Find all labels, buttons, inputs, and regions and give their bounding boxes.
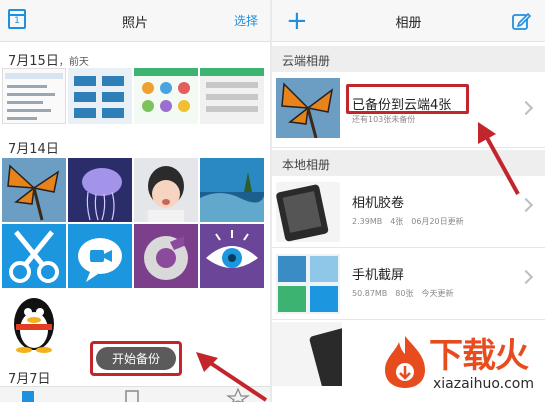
scissors-app-icon[interactable] — [2, 224, 66, 288]
album-cover — [272, 322, 342, 386]
album-name: 相机胶卷 — [352, 196, 405, 211]
annotation-arrow — [196, 352, 268, 402]
butterfly-photo[interactable] — [2, 158, 66, 222]
albums-panel: + 相册 云端相册 已备份到云端4张 还有103张未备份 本地相册 相机胶卷 2… — [272, 0, 545, 402]
video-chat-app-icon[interactable] — [68, 224, 132, 288]
watermark-logo: 下载火 xiazaihuo.com — [381, 328, 541, 400]
date-label: 7月15日 — [8, 54, 59, 69]
watermark-text: 下载火 — [429, 336, 529, 376]
watermark-url: xiazaihuo.com — [433, 376, 534, 392]
chevron-right-icon — [518, 269, 534, 285]
child-photo[interactable] — [134, 158, 198, 222]
local-album-row[interactable]: 手机截屏 50.87MB 80张 今天更新 — [272, 248, 545, 320]
album-name: 手机截屏 — [352, 268, 405, 283]
album-cover — [276, 78, 340, 138]
album-meta: 50.87MB 80张 今天更新 — [352, 289, 454, 298]
date-header-1: 7月15日，前天 — [8, 50, 89, 69]
edit-icon[interactable] — [511, 11, 531, 31]
photo-thumbnail[interactable] — [200, 68, 264, 124]
date-label: 7月7日 — [8, 372, 51, 387]
select-button[interactable]: 选择 — [234, 12, 258, 29]
date-header-3: 7月7日 — [8, 368, 51, 387]
start-backup-button[interactable]: 开始备份 — [96, 347, 176, 370]
album-cover — [276, 254, 340, 314]
photos-top-bar: 1 照片 选择 — [0, 0, 270, 42]
penguin-app-icon[interactable] — [2, 290, 66, 354]
photos-tab-icon[interactable] — [22, 391, 34, 402]
photo-thumbnail[interactable] — [68, 68, 132, 124]
albums-top-bar: + 相册 — [272, 0, 545, 42]
page-title: 照片 — [121, 16, 148, 31]
date-label: 7月14日 — [8, 142, 59, 157]
cloud-albums-header: 云端相册 — [272, 46, 545, 72]
chevron-right-icon — [518, 100, 534, 116]
eye-app-icon[interactable] — [200, 224, 264, 288]
photo-thumbnail[interactable] — [2, 68, 66, 124]
landscape-photo[interactable] — [200, 158, 264, 222]
cloud-album-highlight — [346, 84, 469, 114]
page-title: 相册 — [395, 16, 422, 31]
album-meta: 2.39MB 4张 06月20日更新 — [352, 217, 464, 226]
music-app-icon[interactable] — [134, 224, 198, 288]
jellyfish-photo[interactable] — [68, 158, 132, 222]
date-sub-label: ，前天 — [58, 57, 89, 68]
albums-tab-icon[interactable] — [125, 390, 139, 402]
album-meta: 还有103张未备份 — [352, 115, 416, 124]
date-header-2: 7月14日 — [8, 138, 59, 157]
fire-logo-icon — [385, 336, 425, 388]
album-cover — [276, 182, 340, 242]
annotation-arrow — [478, 122, 520, 195]
chevron-right-icon — [518, 197, 534, 213]
photo-thumbnail[interactable] — [134, 68, 198, 124]
start-backup-button-highlight: 开始备份 — [90, 341, 182, 376]
photos-panel: 1 照片 选择 7月15日，前天 7月14日 7月7日 开始备份 — [0, 0, 270, 402]
